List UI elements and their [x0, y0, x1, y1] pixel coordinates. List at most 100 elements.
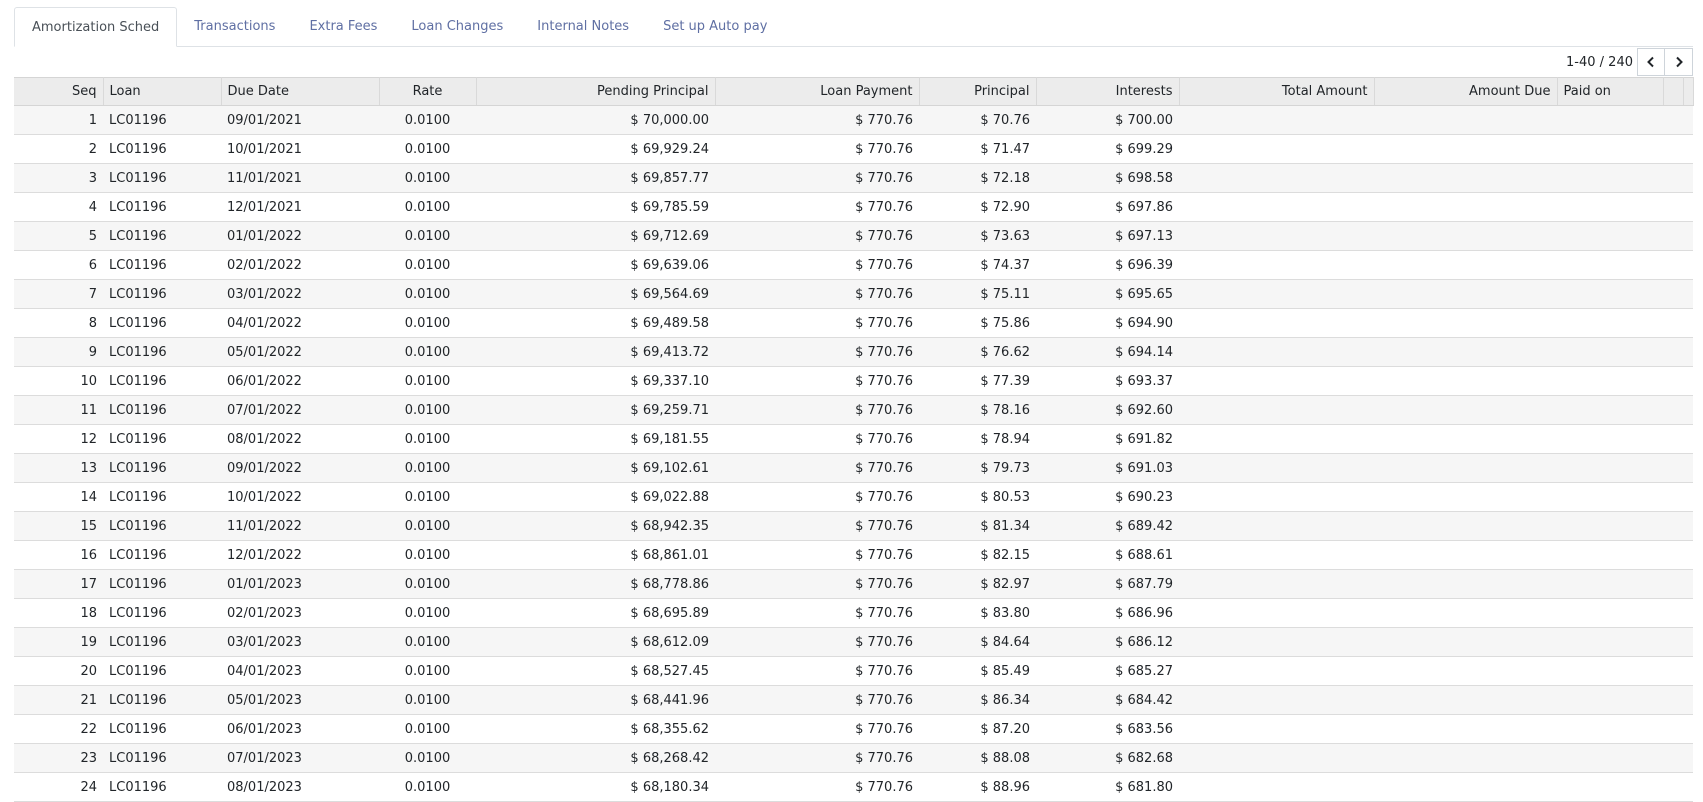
- table-row[interactable]: 3 LC01196 11/01/2021 0.0100 $ 69,857.77 $ 770…: [14, 163, 1693, 193]
- column-header-loan-payment[interactable]: Loan Payment: [715, 77, 920, 106]
- cell-interests: $ 686.12: [1036, 627, 1179, 657]
- cell-seq: 2: [14, 134, 103, 164]
- cell-due-date: 06/01/2023: [221, 714, 379, 744]
- cell-total-amount: [1179, 395, 1374, 425]
- table-row[interactable]: 7 LC01196 03/01/2022 0.0100 $ 69,564.69 $ 770…: [14, 279, 1693, 309]
- cell-interests: $ 686.96: [1036, 598, 1179, 628]
- cell-scroll-spacer: [1683, 279, 1693, 309]
- cell-due-date: 03/01/2022: [221, 279, 379, 309]
- cell-total-amount: [1179, 250, 1374, 280]
- cell-principal: $ 86.34: [919, 685, 1036, 715]
- cell-scroll-spacer: [1683, 192, 1693, 222]
- column-header-pending-principal[interactable]: Pending Principal: [476, 77, 716, 106]
- table-row[interactable]: 2 LC01196 10/01/2021 0.0100 $ 69,929.24 $ 770…: [14, 134, 1693, 164]
- column-header-amount-due[interactable]: Amount Due: [1374, 77, 1558, 106]
- cell-paid-on: [1557, 453, 1663, 483]
- column-header-interests[interactable]: Interests: [1036, 77, 1180, 106]
- table-row[interactable]: 1 LC01196 09/01/2021 0.0100 $ 70,000.00 $ 770…: [14, 105, 1693, 135]
- table-row[interactable]: 18 LC01196 02/01/2023 0.0100 $ 68,695.89 $ 77…: [14, 598, 1693, 628]
- cell-pending-principal: $ 69,181.55: [476, 424, 715, 454]
- cell-due-date: 07/01/2022: [221, 395, 379, 425]
- cell-interests: $ 700.00: [1036, 105, 1179, 135]
- table-row[interactable]: 17 LC01196 01/01/2023 0.0100 $ 68,778.86 $ 77…: [14, 569, 1693, 599]
- cell-due-date: 01/01/2023: [221, 569, 379, 599]
- cell-interests: $ 682.68: [1036, 743, 1179, 773]
- column-header-due-date[interactable]: Due Date: [221, 77, 380, 106]
- cell-amount-due: [1374, 163, 1557, 193]
- table-row[interactable]: 24 LC01196 08/01/2023 0.0100 $ 68,180.34 $ 77…: [14, 772, 1693, 802]
- table-row[interactable]: 23 LC01196 07/01/2023 0.0100 $ 68,268.42 $ 77…: [14, 743, 1693, 773]
- cell-loan-payment: $ 770.76: [715, 540, 919, 570]
- cell-amount-due: [1374, 656, 1557, 686]
- cell-interests: $ 698.58: [1036, 163, 1179, 193]
- cell-due-date: 04/01/2023: [221, 656, 379, 686]
- cell-amount-due: [1374, 221, 1557, 251]
- table-row[interactable]: 19 LC01196 03/01/2023 0.0100 $ 68,612.09 $ 77…: [14, 627, 1693, 657]
- cell-interests: $ 687.79: [1036, 569, 1179, 599]
- table-row[interactable]: 8 LC01196 04/01/2022 0.0100 $ 69,489.58 $ 770…: [14, 308, 1693, 338]
- cell-scroll-spacer: [1683, 685, 1693, 715]
- table-row[interactable]: 6 LC01196 02/01/2022 0.0100 $ 69,639.06 $ 770…: [14, 250, 1693, 280]
- pager-previous-button[interactable]: [1637, 48, 1665, 76]
- cell-pending-principal: $ 69,564.69: [476, 279, 715, 309]
- cell-scroll-spacer: [1683, 714, 1693, 744]
- cell-total-amount: [1179, 424, 1374, 454]
- table-row[interactable]: 22 LC01196 06/01/2023 0.0100 $ 68,355.62 $ 77…: [14, 714, 1693, 744]
- cell-loan: LC01196: [103, 569, 221, 599]
- cell-due-date: 01/01/2022: [221, 221, 379, 251]
- pager: 1-40 / 240: [1566, 47, 1693, 77]
- table-row[interactable]: 5 LC01196 01/01/2022 0.0100 $ 69,712.69 $ 770…: [14, 221, 1693, 251]
- cell-total-amount: [1179, 134, 1374, 164]
- cell-amount-due: [1374, 105, 1557, 135]
- cell-principal: $ 72.18: [919, 163, 1036, 193]
- cell-extra: [1663, 685, 1683, 715]
- table-row[interactable]: 20 LC01196 04/01/2023 0.0100 $ 68,527.45 $ 77…: [14, 656, 1693, 686]
- pager-value[interactable]: 1-40 / 240: [1566, 55, 1633, 70]
- table-row[interactable]: 12 LC01196 08/01/2022 0.0100 $ 69,181.55 $ 77…: [14, 424, 1693, 454]
- cell-due-date: 12/01/2022: [221, 540, 379, 570]
- table-row[interactable]: 9 LC01196 05/01/2022 0.0100 $ 69,413.72 $ 770…: [14, 337, 1693, 367]
- column-header-principal[interactable]: Principal: [919, 77, 1037, 106]
- cell-extra: [1663, 250, 1683, 280]
- table-row[interactable]: 14 LC01196 10/01/2022 0.0100 $ 69,022.88 $ 77…: [14, 482, 1693, 512]
- cell-loan-payment: $ 770.76: [715, 598, 919, 628]
- column-header-rate[interactable]: Rate: [379, 77, 477, 106]
- cell-paid-on: [1557, 772, 1663, 802]
- cell-loan: LC01196: [103, 163, 221, 193]
- table-row[interactable]: 13 LC01196 09/01/2022 0.0100 $ 69,102.61 $ 77…: [14, 453, 1693, 483]
- table-row[interactable]: 10 LC01196 06/01/2022 0.0100 $ 69,337.10 $ 77…: [14, 366, 1693, 396]
- table-row[interactable]: 15 LC01196 11/01/2022 0.0100 $ 68,942.35 $ 77…: [14, 511, 1693, 541]
- tab-set-up-auto-pay[interactable]: Set up Auto pay: [646, 7, 784, 46]
- pager-next-button[interactable]: [1665, 48, 1693, 76]
- cell-scroll-spacer: [1683, 105, 1693, 135]
- tab-internal-notes[interactable]: Internal Notes: [520, 7, 646, 46]
- cell-pending-principal: $ 69,259.71: [476, 395, 715, 425]
- cell-loan: LC01196: [103, 105, 221, 135]
- column-header-loan[interactable]: Loan: [103, 77, 222, 106]
- cell-paid-on: [1557, 714, 1663, 744]
- cell-loan-payment: $ 770.76: [715, 250, 919, 280]
- cell-interests: $ 692.60: [1036, 395, 1179, 425]
- tab-loan-changes[interactable]: Loan Changes: [394, 7, 520, 46]
- cell-extra: [1663, 337, 1683, 367]
- cell-principal: $ 75.86: [919, 308, 1036, 338]
- table-row[interactable]: 16 LC01196 12/01/2022 0.0100 $ 68,861.01 $ 77…: [14, 540, 1693, 570]
- column-header-seq[interactable]: Seq: [14, 77, 104, 106]
- cell-seq: 13: [14, 453, 103, 483]
- table-row[interactable]: 11 LC01196 07/01/2022 0.0100 $ 69,259.71 $ 77…: [14, 395, 1693, 425]
- tab-transactions[interactable]: Transactions: [177, 7, 292, 46]
- tab-extra-fees[interactable]: Extra Fees: [292, 7, 394, 46]
- column-header-total-amount[interactable]: Total Amount: [1179, 77, 1375, 106]
- cell-scroll-spacer: [1683, 221, 1693, 251]
- column-header-paid-on[interactable]: Paid on: [1557, 77, 1664, 106]
- cell-interests: $ 696.39: [1036, 250, 1179, 280]
- table-row[interactable]: 21 LC01196 05/01/2023 0.0100 $ 68,441.96 $ 77…: [14, 685, 1693, 715]
- cell-loan: LC01196: [103, 482, 221, 512]
- cell-total-amount: [1179, 453, 1374, 483]
- table-row[interactable]: 4 LC01196 12/01/2021 0.0100 $ 69,785.59 $ 770…: [14, 192, 1693, 222]
- chevron-left-icon: [1647, 56, 1654, 68]
- cell-rate: 0.0100: [379, 482, 476, 512]
- cell-extra: [1663, 598, 1683, 628]
- tab-amortization-sched[interactable]: Amortization Sched: [14, 7, 178, 47]
- cell-principal: $ 78.16: [919, 395, 1036, 425]
